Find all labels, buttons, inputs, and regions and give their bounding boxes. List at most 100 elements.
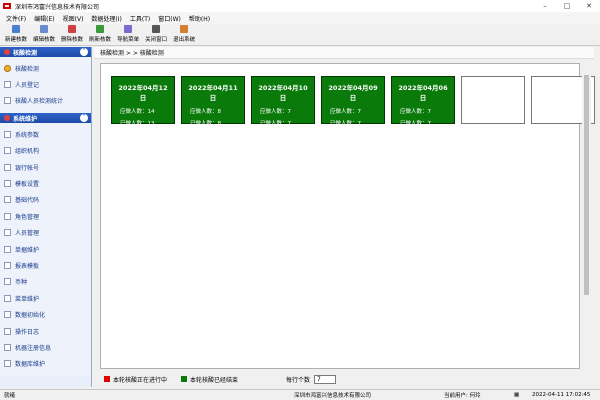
expected-value: 7 bbox=[357, 109, 362, 115]
sidebar-item-operation-log[interactable]: 操作日志 bbox=[4, 323, 87, 339]
card-done: 已做人数：7 bbox=[400, 119, 450, 127]
sidebar-item-users[interactable]: 人员管理 bbox=[4, 225, 87, 241]
delete-button-label: 删除核数 bbox=[61, 37, 84, 43]
test-card[interactable]: 2022年04月11日 应做人数：8 已做人数：8 bbox=[181, 76, 245, 127]
scroll-thumb[interactable] bbox=[584, 75, 589, 295]
document-icon bbox=[4, 245, 11, 253]
card-done: 已做人数：13 bbox=[120, 119, 170, 127]
sidebar-item-roles[interactable]: 角色管理 bbox=[4, 208, 87, 224]
card-panel: 2022年04月12日 应做人数：14 已做人数：13 2022年04月11日 … bbox=[100, 63, 595, 369]
expected-label: 应做人数： bbox=[400, 109, 428, 115]
card-date: 2022年04月09日 bbox=[328, 84, 378, 102]
refresh-button[interactable]: 刷新核数 bbox=[86, 24, 114, 45]
document-icon bbox=[4, 147, 11, 155]
card-expected: 应做人数：8 bbox=[190, 107, 240, 115]
finished-swatch bbox=[181, 376, 188, 382]
test-card[interactable]: 2022年04月09日 应做人数：7 已做人数： 7 bbox=[321, 76, 385, 127]
sidebar-item-base-codes[interactable]: 基础代码 bbox=[4, 192, 87, 208]
expected-label: 应做人数： bbox=[120, 109, 148, 115]
sidebar-item-documents[interactable]: 单据维护 bbox=[4, 241, 87, 257]
sidebar-item-registration[interactable]: 人员登记 bbox=[4, 76, 87, 92]
status-lock-icon: ▦ bbox=[514, 392, 520, 398]
menu-tools[interactable]: 工具(T) bbox=[128, 14, 156, 23]
sidebar-item-label: 人员登记 bbox=[15, 82, 40, 90]
sidebar-item-nucleic-test[interactable]: 核酸检测 bbox=[4, 60, 87, 76]
empty-card[interactable] bbox=[461, 76, 525, 124]
minimize-icon[interactable]: – bbox=[534, 0, 556, 12]
card-done: 已做人数：7 bbox=[260, 119, 310, 127]
vertical-scrollbar[interactable] bbox=[582, 63, 591, 369]
sidebar-item-database[interactable]: 数据库维护 bbox=[4, 356, 87, 372]
close-icon[interactable]: ✕ bbox=[578, 0, 600, 12]
panel-header-system[interactable]: 系统维护 ˄ bbox=[0, 113, 91, 124]
sidebar-item-label: 核酸人员检测统计 bbox=[15, 98, 64, 106]
document-icon bbox=[4, 180, 11, 188]
sidebar-item-label: 核酸检测 bbox=[15, 65, 40, 73]
sidebar-item-bank-account[interactable]: 银行帐号 bbox=[4, 159, 87, 175]
sidebar-item-report-templates[interactable]: 报表模板 bbox=[4, 257, 87, 273]
expected-label: 应做人数： bbox=[190, 109, 218, 115]
sidebar-item-organization[interactable]: 组织机构 bbox=[4, 143, 87, 159]
new-button-label: 新建核数 bbox=[5, 37, 28, 43]
per-row-input[interactable] bbox=[314, 374, 337, 384]
card-date: 2022年04月12日 bbox=[118, 84, 168, 102]
card-date: 2022年04月06日 bbox=[398, 84, 448, 102]
document-icon bbox=[4, 360, 11, 368]
document-icon bbox=[4, 343, 11, 351]
close-window-button[interactable]: 关闭窗口 bbox=[142, 24, 170, 45]
document-icon bbox=[4, 97, 11, 105]
test-card[interactable]: 2022年04月06日 应做人数：7 已做人数：7 bbox=[391, 76, 455, 127]
card-expected: 应做人数：7 bbox=[400, 107, 450, 115]
sidebar-item-label: 数据库维护 bbox=[15, 361, 46, 369]
app-logo-icon bbox=[3, 3, 11, 9]
delete-button[interactable]: 删除核数 bbox=[58, 24, 86, 45]
menu-data[interactable]: 数据处理(I) bbox=[89, 14, 127, 23]
menu-edit[interactable]: 编辑(E) bbox=[32, 14, 60, 23]
done-label: 已做人数： bbox=[330, 121, 358, 127]
sidebar-item-system-params[interactable]: 系统参数 bbox=[4, 126, 87, 142]
document-icon bbox=[4, 130, 11, 138]
sidebar-item-label: 人员管理 bbox=[15, 230, 40, 238]
sidebar-item-label: 数据初始化 bbox=[15, 312, 46, 320]
maximize-icon[interactable]: □ bbox=[556, 0, 578, 12]
sidebar-item-currency[interactable]: 币种 bbox=[4, 274, 87, 290]
edit-button[interactable]: 编辑核数 bbox=[30, 24, 58, 45]
card-expected: 应做人数：7 bbox=[330, 107, 380, 115]
test-icon bbox=[4, 49, 10, 55]
new-button[interactable]: 新建核数 bbox=[2, 24, 30, 45]
sidebar-item-label: 单据维护 bbox=[15, 246, 40, 254]
menu-file[interactable]: 文件(F) bbox=[4, 14, 32, 23]
menu-help[interactable]: 帮助(H) bbox=[187, 14, 216, 23]
done-value: 7 bbox=[287, 121, 292, 127]
expected-value: 7 bbox=[427, 109, 432, 115]
document-icon bbox=[4, 163, 11, 171]
panel-header-nucleic-test[interactable]: 核酸检测 ˄ bbox=[0, 47, 91, 57]
document-icon bbox=[4, 327, 11, 335]
sidebar-item-registration-info[interactable]: 机器注册信息 bbox=[4, 339, 87, 355]
close-window-icon bbox=[152, 25, 161, 33]
sidebar-item-templates[interactable]: 模板设置 bbox=[4, 175, 87, 191]
exit-button-label: 退出系统 bbox=[173, 37, 196, 43]
sidebar-item-data-init[interactable]: 数据初始化 bbox=[4, 306, 87, 322]
menu-bar: 文件(F) 编辑(E) 视图(V) 数据处理(I) 工具(T) 窗口(W) 帮助… bbox=[0, 12, 600, 24]
menu-view[interactable]: 视图(V) bbox=[61, 14, 90, 23]
sidebar-item-statistics[interactable]: 核酸人员检测统计 bbox=[4, 93, 87, 109]
expected-label: 应做人数： bbox=[330, 109, 358, 115]
test-card[interactable]: 2022年04月10日 应做人数：7 已做人数：7 bbox=[251, 76, 315, 127]
exit-button[interactable]: 退出系统 bbox=[170, 24, 198, 45]
menu-window[interactable]: 窗口(W) bbox=[156, 14, 187, 23]
finished-label: 本轮核酸已经结束 bbox=[190, 376, 239, 384]
collapse-icon[interactable]: ˄ bbox=[80, 48, 88, 56]
navigation-button[interactable]: 导航菜单 bbox=[114, 24, 142, 45]
new-doc-icon bbox=[12, 25, 20, 33]
document-icon bbox=[4, 261, 11, 269]
sidebar-item-label: 操作日志 bbox=[15, 328, 40, 336]
sidebar-item-label: 菜单维护 bbox=[15, 295, 40, 303]
sidebar-item-menus[interactable]: 菜单维护 bbox=[4, 290, 87, 306]
done-label: 已做人数： bbox=[400, 121, 428, 127]
collapse-icon[interactable]: ˄ bbox=[80, 114, 88, 123]
test-card[interactable]: 2022年04月12日 应做人数：14 已做人数：13 bbox=[111, 76, 175, 127]
card-grid: 2022年04月12日 应做人数：14 已做人数：13 2022年04月11日 … bbox=[111, 76, 595, 127]
document-icon bbox=[4, 311, 11, 319]
panel-body-system: 系统参数 组织机构 银行帐号 模板设置 基础代码 角色管理 人员管理 单据维护 … bbox=[0, 123, 91, 377]
